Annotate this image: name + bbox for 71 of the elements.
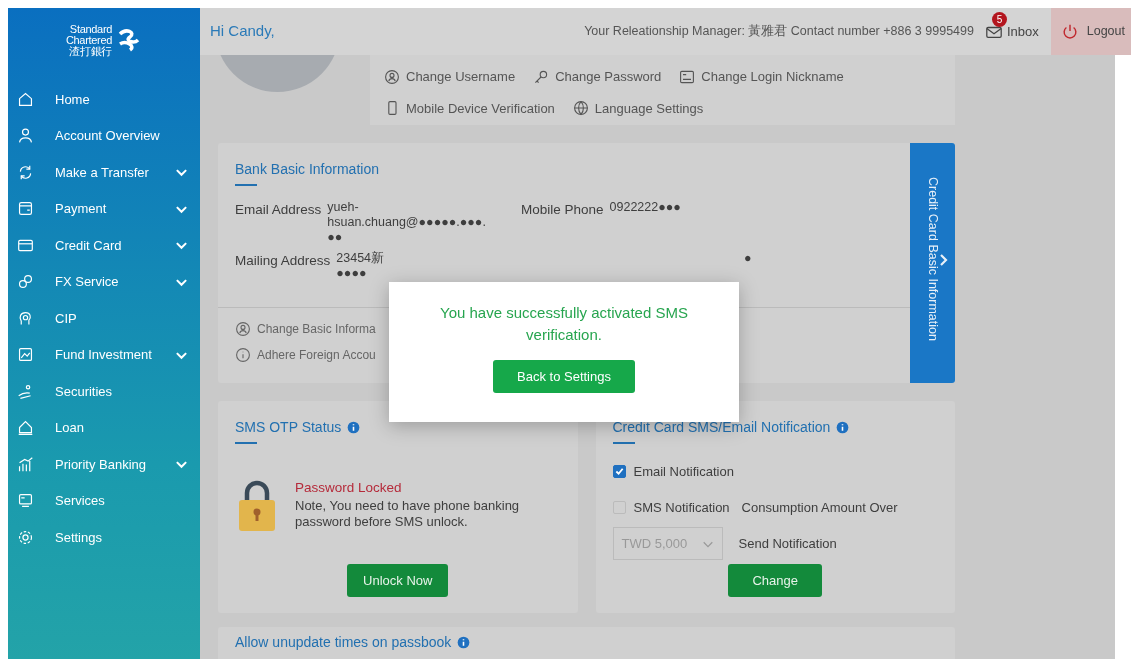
user-circle-icon (235, 321, 251, 337)
settings-link[interactable]: Adhere Foreign Accou (235, 346, 376, 364)
profile-link[interactable]: Change Password (533, 67, 662, 87)
cycle-arrows-icon (17, 163, 34, 181)
sidebar-item[interactable]: Settings (8, 519, 200, 556)
sidebar-item[interactable]: Payment (8, 190, 200, 227)
user-circle-icon (384, 68, 400, 85)
section-title: SMS OTP Status (235, 418, 342, 437)
success-message: You have successfully activated SMS verification. (439, 303, 689, 345)
settings-link[interactable]: Change Basic Informa (235, 320, 376, 338)
house-icon (17, 419, 34, 437)
sidebar-item[interactable]: Securities (8, 373, 200, 410)
bar-chart-icon (17, 455, 34, 473)
info-icon (347, 421, 361, 434)
logo-text: Standard Chartered 渣打銀行 (65, 24, 113, 57)
person-icon (17, 127, 34, 145)
section-title: Allow unupdate times on passbook (235, 633, 452, 652)
unlock-button[interactable]: Unlock Now (347, 564, 449, 597)
sidebar-item[interactable]: Services (8, 482, 200, 519)
sidebar-item[interactable]: Fund Investment (8, 336, 200, 373)
unread-count-badge: 5 (991, 11, 1007, 27)
side-tab[interactable]: Credit Card Basic Information (910, 143, 955, 383)
greeting-text: Hi Candy, (210, 21, 275, 42)
sidebar-item[interactable]: Priority Banking (8, 446, 200, 483)
monitor-icon (17, 492, 34, 510)
note-text: Note, You need to have phone banking password before SMS unlock. (295, 498, 521, 531)
sidebar-item[interactable]: Home (8, 81, 200, 118)
home-icon (17, 90, 34, 108)
profile-link[interactable]: Language Settings (572, 98, 704, 118)
globe-icon (572, 100, 589, 117)
chevron-right-icon (939, 253, 949, 267)
hand-coin-icon (17, 382, 34, 400)
sidebar-item[interactable]: Loan (8, 409, 200, 446)
field-value: 23454新 ●●●● (336, 251, 385, 281)
wallet-icon (17, 200, 34, 218)
status-text: Password Locked (295, 479, 403, 497)
field-label: Mobile Phone (521, 201, 604, 219)
field-label: Mailing Address (235, 252, 331, 270)
power-icon (1060, 22, 1079, 41)
sidebar-item[interactable]: FX Service (8, 263, 200, 300)
id-card-icon (679, 68, 696, 85)
change-button[interactable]: Change (728, 564, 822, 597)
section-title: Bank Basic Information (235, 160, 379, 179)
info-circle-icon (235, 347, 251, 363)
sidebar-item[interactable]: Account Overview (8, 117, 200, 154)
gear-icon (17, 528, 34, 546)
profile-link[interactable]: Change Username (384, 67, 516, 87)
masked-digit: ● (744, 251, 752, 267)
checkbox[interactable] (612, 465, 626, 479)
field-value: 0922222●●● (609, 200, 682, 216)
sidebar-item[interactable]: CIP (8, 300, 200, 337)
sidebar-item[interactable]: Credit Card (8, 227, 200, 264)
sidebar-item[interactable]: Make a Transfer (8, 154, 200, 191)
back-to-settings-button[interactable]: Back to Settings (493, 360, 635, 393)
info-icon (457, 636, 471, 649)
picture-icon (17, 346, 34, 364)
profile-link[interactable]: Mobile Device Verification (384, 98, 555, 118)
info-icon (836, 421, 850, 434)
option-label: Email Notification (633, 463, 734, 481)
manager-info: Your Releationship Manager: 黃雅君 Contact number +886 3 9995499 (584, 23, 974, 41)
coins-icon (17, 273, 34, 291)
option-label: SMS Notification (633, 498, 730, 517)
field-label: Email Address (235, 201, 322, 219)
head-icon (17, 309, 34, 327)
logout-button[interactable]: Logout (1050, 8, 1131, 55)
send-label: Send Notification (738, 534, 837, 553)
key-icon (533, 68, 550, 85)
profile-link[interactable]: Change Login Nickname (679, 67, 844, 87)
amount-label: Consumption Amount Over (741, 498, 898, 517)
section-title: Credit Card SMS/Email Notification (612, 418, 831, 437)
field-value: yueh-hsuan.chuang@●●●●●.●●●.●● (327, 200, 487, 245)
